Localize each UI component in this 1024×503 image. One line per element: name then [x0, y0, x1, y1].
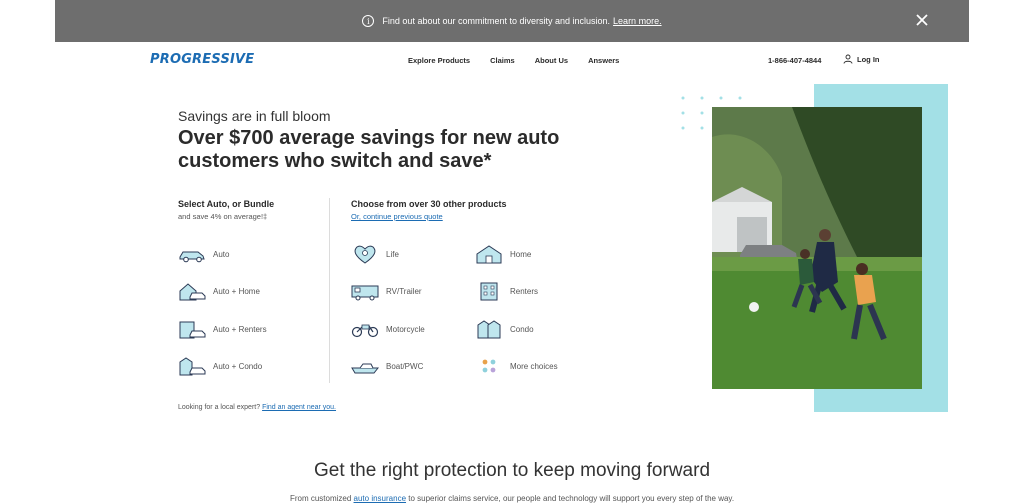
- apartment-icon: [480, 282, 498, 301]
- product-life[interactable]: Life: [351, 243, 399, 265]
- motorcycle-icon: [351, 324, 379, 338]
- product-label: Life: [386, 249, 399, 259]
- heart-person-icon: [354, 245, 376, 264]
- product-label: Auto + Renters: [213, 324, 267, 334]
- product-label: Condo: [510, 324, 534, 334]
- condo-icon: [477, 320, 501, 339]
- nav-answers[interactable]: Answers: [588, 56, 619, 65]
- info-icon: i: [362, 15, 375, 27]
- family-playing-soccer-image: [712, 107, 922, 389]
- car-home-icon: [179, 283, 206, 301]
- product-rv-trailer[interactable]: RV/Trailer: [351, 280, 422, 302]
- product-auto-home[interactable]: Auto + Home: [178, 280, 260, 302]
- hero-kicker: Savings are in full bloom: [178, 108, 331, 124]
- find-agent-link[interactable]: Find an agent near you.: [262, 404, 336, 411]
- product-home[interactable]: Home: [475, 243, 531, 265]
- section-sub-before: From customized: [289, 494, 352, 503]
- main-nav: PROGRESSIVE Explore Products Claims Abou…: [55, 42, 969, 78]
- login-label: Log In: [857, 54, 880, 64]
- product-renters[interactable]: Renters: [475, 280, 538, 302]
- product-label: Renters: [510, 286, 539, 296]
- section-title: Get the right protection to keep moving …: [313, 460, 711, 481]
- nav-claims[interactable]: Claims: [490, 56, 515, 65]
- section-subtitle: From customized auto insurance to superi…: [55, 494, 969, 503]
- user-icon: [843, 54, 853, 64]
- learn-more-link[interactable]: Learn more.: [613, 16, 662, 26]
- product-auto-renters[interactable]: Auto + Renters: [178, 318, 267, 340]
- product-auto[interactable]: Auto: [178, 243, 229, 265]
- product-label: Auto + Home: [213, 286, 260, 296]
- product-condo[interactable]: Condo: [475, 318, 534, 340]
- local-expert: Looking for a local expert? Find an agen…: [178, 404, 336, 411]
- product-label: Auto + Condo: [213, 361, 263, 371]
- more-choices-icon: [482, 359, 496, 373]
- product-auto-condo[interactable]: Auto + Condo: [178, 355, 262, 377]
- page-margin-right: [969, 0, 1024, 503]
- product-more-choices[interactable]: More choices: [475, 355, 558, 377]
- product-label: Boat/PWC: [386, 361, 424, 371]
- other-products-heading: Choose from over 30 other products: [351, 199, 507, 209]
- product-label: Motorcycle: [386, 324, 425, 334]
- car-building-icon: [179, 321, 206, 339]
- page: i Find out about our commitment to diver…: [55, 0, 969, 503]
- home-icon: [476, 245, 502, 264]
- product-label: RV/Trailer: [386, 286, 422, 296]
- close-icon[interactable]: [915, 13, 929, 27]
- product-label: More choices: [510, 361, 558, 371]
- section-sub-after: to superior claims service, our people a…: [408, 494, 735, 503]
- column-divider: [329, 198, 330, 383]
- product-boat-pwc[interactable]: Boat/PWC: [351, 355, 423, 377]
- page-margin-left: [0, 0, 55, 503]
- bundle-heading: Select Auto, or Bundle: [178, 199, 275, 209]
- continue-quote-link[interactable]: Or, continue previous quote: [351, 212, 443, 221]
- product-label: Home: [510, 249, 532, 259]
- login-link[interactable]: Log In: [843, 54, 880, 64]
- car-condo-icon: [179, 357, 206, 376]
- rv-icon: [351, 285, 379, 301]
- bundle-subtext: and save 4% on average!‡: [178, 212, 268, 221]
- nav-about-us[interactable]: About Us: [535, 56, 568, 65]
- phone-number[interactable]: 1-866-407-4844: [768, 56, 821, 65]
- hero-title: Over $700 average savings for new auto c…: [178, 127, 560, 172]
- progressive-logo[interactable]: PROGRESSIVE: [150, 52, 254, 67]
- car-icon: [179, 251, 205, 263]
- product-label: Auto: [213, 249, 230, 259]
- announcement-banner: i Find out about our commitment to diver…: [55, 0, 969, 42]
- local-expert-text: Looking for a local expert?: [178, 404, 261, 411]
- nav-explore-products[interactable]: Explore Products: [408, 56, 470, 65]
- banner-text: Find out about our commitment to diversi…: [382, 16, 611, 26]
- boat-icon: [351, 363, 379, 374]
- auto-insurance-link[interactable]: auto insurance: [354, 494, 406, 503]
- nav-links: Explore Products Claims About Us Answers: [408, 56, 619, 65]
- product-motorcycle[interactable]: Motorcycle: [351, 318, 425, 340]
